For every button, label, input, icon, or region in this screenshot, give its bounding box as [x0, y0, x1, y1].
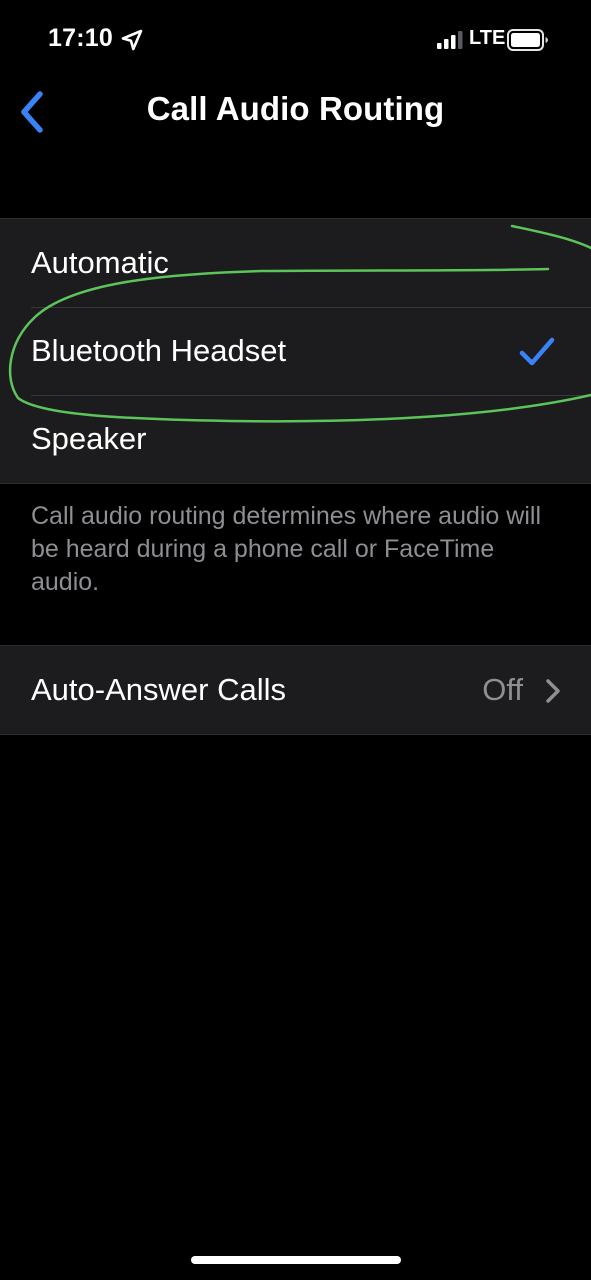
- handdrawn-annotation: [8, 224, 591, 423]
- routing-option-bluetooth-headset[interactable]: Bluetooth Headset: [0, 307, 591, 395]
- auto-answer-row-content[interactable]: Auto-Answer Calls Off: [0, 646, 591, 734]
- routing-options-list: Automatic Bluetooth Headset Speaker: [0, 218, 591, 484]
- routing-description: Call audio routing determines where audi…: [31, 502, 541, 596]
- option-label: Bluetooth Headset: [31, 333, 287, 368]
- cellular-signal-icon: [437, 31, 463, 49]
- auto-answer-calls-row[interactable]: Auto-Answer Calls Off: [0, 645, 591, 735]
- home-indicator[interactable]: [191, 1256, 401, 1264]
- routing-option-automatic[interactable]: Automatic: [0, 219, 591, 307]
- status-bar: 17:10 LTE: [0, 0, 591, 80]
- status-time: 17:10: [48, 24, 113, 52]
- battery-icon: [507, 29, 548, 51]
- location-arrow-icon: [121, 29, 143, 51]
- page-title: Call Audio Routing: [146, 90, 445, 127]
- option-label: Automatic: [31, 245, 169, 280]
- auto-answer-value: Off: [482, 672, 523, 707]
- checkmark-icon: [519, 337, 555, 366]
- network-type-label: LTE: [469, 27, 506, 49]
- auto-answer-label: Auto-Answer Calls: [31, 672, 286, 707]
- routing-option-speaker[interactable]: Speaker: [0, 395, 591, 483]
- chevron-right-icon: [546, 679, 560, 703]
- option-label: Speaker: [31, 421, 147, 456]
